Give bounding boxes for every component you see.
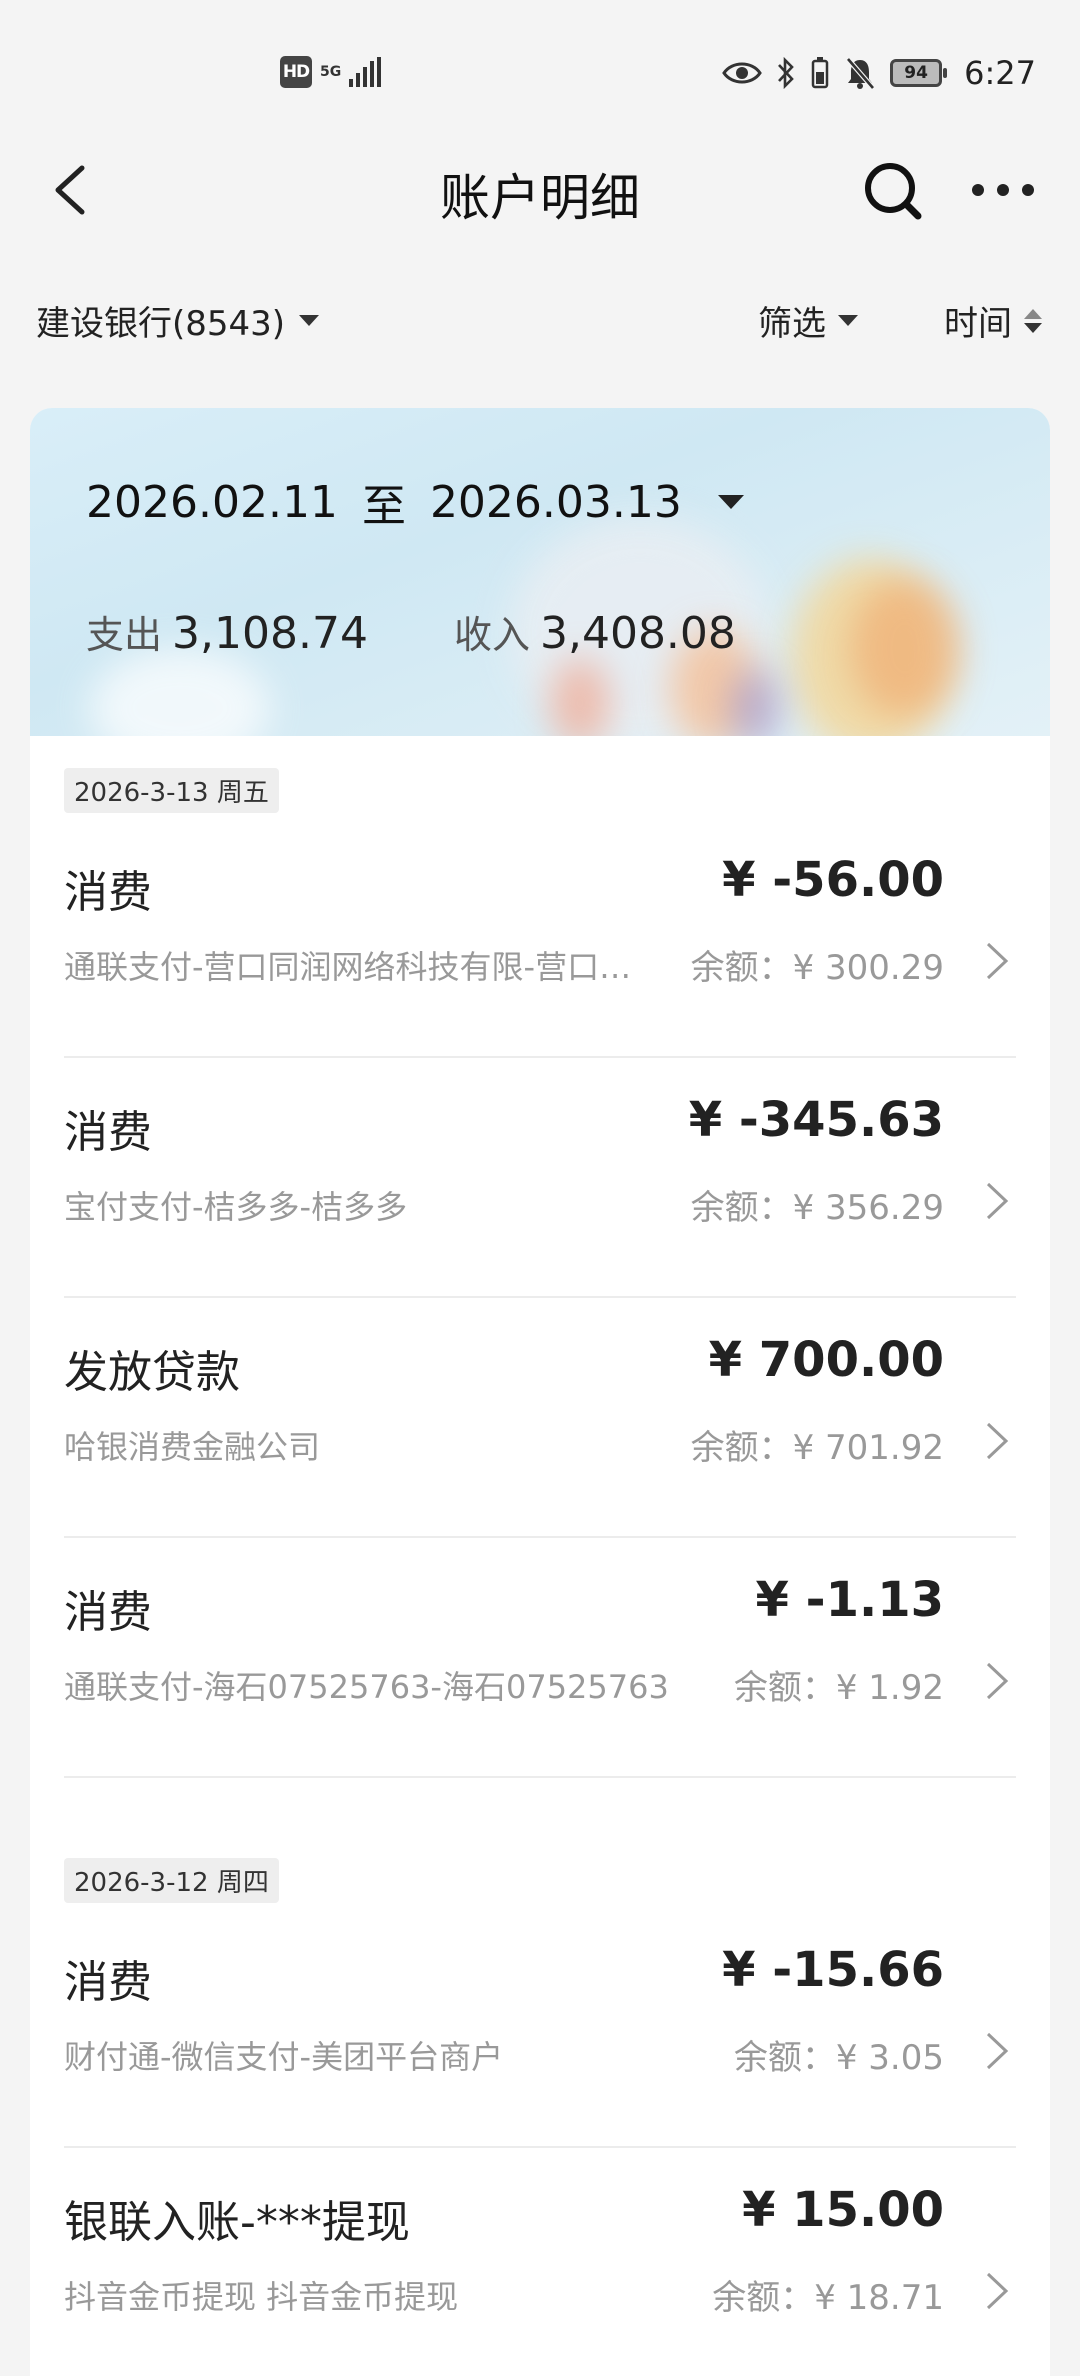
day-header: 2026-3-12 周四: [64, 1858, 279, 1903]
period-totals: 支出 3,108.74 收入 3,408.08: [86, 604, 736, 659]
transaction-amount: ¥ -56.00: [722, 852, 944, 908]
chevron-right-icon: [986, 1182, 1009, 1220]
account-selector-label: 建设银行(8543): [36, 304, 286, 344]
income-label: 收入: [453, 613, 530, 657]
search-icon[interactable]: [860, 158, 924, 222]
transaction-balance: 余额：¥ 18.71: [712, 2278, 944, 2318]
transactions-card: 2026.02.11 至 2026.03.13 支出 3,108.74 收入 3…: [30, 408, 1050, 2376]
chevron-right-icon: [986, 1422, 1009, 1460]
transaction-type: 消费: [64, 1587, 152, 1638]
time-sort-label: 时间: [944, 304, 1012, 344]
caret-down-icon: [838, 315, 858, 326]
account-selector[interactable]: 建设银行(8543): [36, 296, 320, 345]
hd-icon: HD: [280, 56, 312, 88]
transaction-type: 消费: [64, 867, 152, 918]
filter-dropdown-label: 筛选: [758, 304, 826, 344]
network-type-label: 5G: [320, 64, 342, 80]
chevron-right-icon: [986, 942, 1009, 980]
transaction-balance: 余额：¥ 356.29: [690, 1188, 944, 1228]
transaction-balance: 余额：¥ 701.92: [690, 1428, 944, 1468]
transaction-row[interactable]: 消费 ¥ -56.00 通联支付-营口同润网络科技有限-营口同润网络科技有限公司…: [64, 818, 1016, 1058]
transaction-row[interactable]: 消费 ¥ -345.63 宝付支付-桔多多-桔多多 余额：¥ 356.29: [64, 1058, 1016, 1298]
day-date-tag: 2026-3-13 周五: [64, 768, 279, 813]
day-date-tag: 2026-3-12 周四: [64, 1858, 279, 1903]
eye-icon: [722, 62, 762, 84]
signal-strength-icon: [349, 57, 382, 87]
expense-label: 支出: [86, 613, 163, 657]
transaction-row[interactable]: 发放贷款 ¥ 700.00 哈银消费金融公司 余额：¥ 701.92: [64, 1298, 1016, 1538]
transaction-amount: ¥ -1.13: [755, 1572, 944, 1628]
caret-down-icon: [299, 315, 320, 326]
range-end-date: 2026.03.13: [429, 476, 682, 528]
summary-banner: 2026.02.11 至 2026.03.13 支出 3,108.74 收入 3…: [30, 408, 1050, 736]
transaction-amount: ¥ -15.66: [722, 1942, 944, 1998]
time-sort-toggle[interactable]: 时间: [944, 296, 1042, 345]
app-header: 账户明细: [0, 150, 1080, 230]
expense-total: 3,108.74: [172, 608, 368, 659]
transaction-amount: ¥ 15.00: [742, 2182, 944, 2238]
transaction-description: 通联支付-海石07525763-海石07525763: [64, 1668, 669, 1706]
transaction-balance: 余额：¥ 3.05: [733, 2038, 944, 2078]
date-range-selector[interactable]: 2026.02.11 至 2026.03.13: [86, 470, 744, 534]
transaction-balance: 余额：¥ 1.92: [733, 1668, 944, 1708]
chevron-right-icon: [986, 1662, 1009, 1700]
transaction-description: 抖音金币提现 抖音金币提现: [64, 2278, 459, 2316]
status-bar: HD 5G 94 6:27: [0, 0, 1080, 150]
day-header: 2026-3-13 周五: [64, 768, 279, 813]
transaction-type: 发放贷款: [64, 1347, 240, 1398]
network-indicators: HD 5G: [280, 56, 382, 88]
range-start-date: 2026.02.11: [86, 476, 338, 528]
transaction-type: 消费: [64, 1107, 152, 1158]
filter-bar: 建设银行(8543) 筛选 时间: [0, 290, 1080, 350]
transaction-row[interactable]: 消费 ¥ -15.66 财付通-微信支付-美团平台商户 余额：¥ 3.05: [64, 1908, 1016, 2148]
transaction-description: 财付通-微信支付-美团平台商户: [64, 2038, 504, 2076]
mute-bell-icon: [846, 57, 876, 90]
transaction-type: 消费: [64, 1957, 152, 2008]
chevron-right-icon: [986, 2272, 1009, 2310]
filter-dropdown[interactable]: 筛选: [758, 296, 858, 345]
battery-saver-icon: [811, 57, 829, 89]
transaction-balance: 余额：¥ 300.29: [690, 948, 944, 988]
account-details-page: HD 5G 94 6:27 账户明细 建设银行(8543) 筛选 时间 2026…: [0, 0, 1080, 2376]
transaction-type: 银联入账-***提现: [64, 2197, 410, 2248]
sort-icon: [1024, 308, 1042, 333]
transaction-description: 通联支付-营口同润网络科技有限-营口同润网络科技有限公司: [64, 948, 654, 986]
battery-icon: 94: [890, 59, 948, 87]
transaction-amount: ¥ -345.63: [688, 1092, 944, 1148]
transaction-row[interactable]: 银联入账-***提现 ¥ 15.00 抖音金币提现 抖音金币提现 余额：¥ 18…: [64, 2148, 1016, 2376]
status-time: 6:27: [964, 54, 1036, 92]
range-separator: 至: [361, 481, 406, 532]
caret-down-icon: [717, 495, 744, 509]
chevron-right-icon: [986, 2032, 1009, 2070]
transaction-description: 宝付支付-桔多多-桔多多: [64, 1188, 408, 1226]
transaction-amount: ¥ 700.00: [708, 1332, 944, 1388]
transaction-row[interactable]: 消费 ¥ -1.13 通联支付-海石07525763-海石07525763 余额…: [64, 1538, 1016, 1778]
transaction-description: 哈银消费金融公司: [64, 1428, 321, 1466]
more-options-icon[interactable]: [968, 158, 1038, 222]
status-icons: 94 6:27: [722, 54, 1036, 92]
income-total: 3,408.08: [539, 608, 736, 659]
bluetooth-icon: [778, 56, 794, 90]
